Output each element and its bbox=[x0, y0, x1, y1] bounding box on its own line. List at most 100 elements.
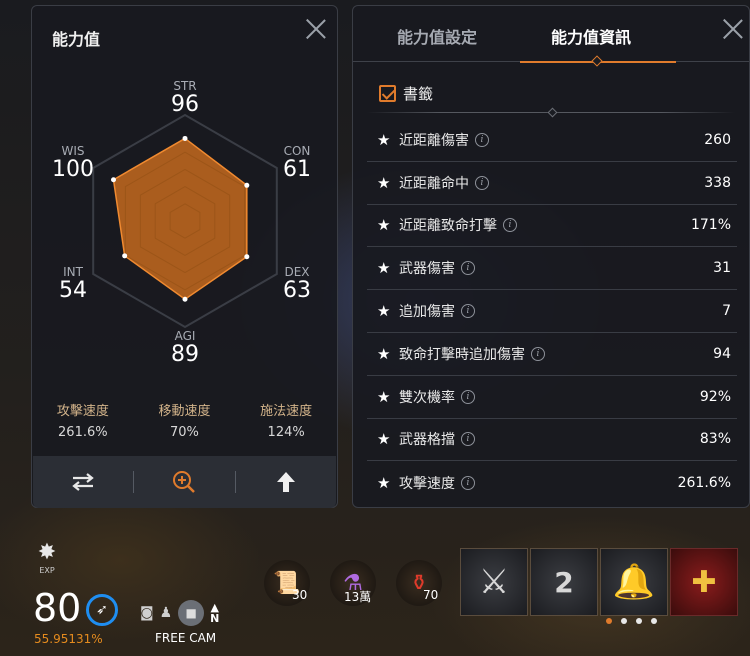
stat-agi-value: 89 bbox=[171, 342, 199, 367]
bookmark-checkbox[interactable]: 書籤 bbox=[379, 83, 433, 104]
list-item[interactable]: ★ 武器格擋 i 83% bbox=[367, 419, 737, 462]
info-icon[interactable]: i bbox=[461, 304, 475, 319]
list-item[interactable]: ★ 雙次機率 i 92% bbox=[367, 376, 737, 419]
list-item[interactable]: ★ 追加傷害 i 7 bbox=[367, 290, 737, 333]
swap-icon bbox=[72, 473, 94, 491]
stat-dex: DEX 63 bbox=[267, 265, 327, 303]
attack-speed-value: 261.6% bbox=[58, 425, 108, 440]
divider-diamond bbox=[547, 107, 558, 118]
stat-value: 7 bbox=[722, 303, 731, 320]
person-icon[interactable]: ♟ bbox=[160, 605, 173, 621]
skill-slot-3[interactable]: 🔔 bbox=[600, 548, 668, 616]
zoom-in-icon bbox=[173, 471, 196, 493]
stat-name: 追加傷害 bbox=[399, 304, 455, 321]
camera-controls: ◙ ♟ ■ ▲ N bbox=[140, 600, 219, 626]
star-icon: ★ bbox=[377, 302, 391, 321]
move-speed-label: 移動速度 bbox=[158, 404, 211, 419]
stat-name: 近距離傷害 bbox=[399, 132, 469, 149]
star-icon: ★ bbox=[377, 344, 391, 363]
info-icon[interactable]: i bbox=[503, 218, 517, 233]
list-item[interactable]: ★ 近距離命中 i 338 bbox=[367, 162, 737, 205]
free-cam-label[interactable]: FREE CAM bbox=[155, 631, 216, 645]
page-dot-active[interactable] bbox=[606, 618, 612, 624]
radar-vertex-int bbox=[122, 253, 128, 259]
info-icon[interactable]: i bbox=[461, 432, 475, 447]
stat-name: 近距離命中 bbox=[399, 175, 469, 192]
stats-panel-toolbar bbox=[33, 456, 336, 508]
stat-value: 31 bbox=[713, 260, 731, 277]
page-dot[interactable] bbox=[621, 618, 627, 624]
video-camera-icon[interactable]: ■ bbox=[178, 600, 205, 626]
compass-icon[interactable]: ▲ N bbox=[210, 602, 219, 624]
close-stat-info-panel-button[interactable] bbox=[722, 18, 744, 40]
radar-stat-shape bbox=[112, 137, 248, 301]
stat-int-label: INT bbox=[63, 265, 83, 279]
info-icon[interactable]: i bbox=[475, 175, 489, 190]
list-item[interactable]: ★ 攻擊速度 i 261.6% bbox=[367, 461, 737, 504]
attack-speed-label: 攻擊速度 bbox=[56, 404, 109, 419]
feather-icon[interactable]: ➶ bbox=[86, 594, 118, 626]
item-qty: 30 bbox=[292, 588, 308, 602]
skill-slot-2[interactable]: 2 bbox=[530, 548, 598, 616]
stat-value: 171% bbox=[690, 217, 731, 234]
tab-stat-settings[interactable]: 能力值設定 bbox=[397, 24, 477, 48]
info-icon[interactable]: i bbox=[475, 132, 489, 147]
stats-panel: 能力值 STR 96 CON 61 DEX 63 AGI 89 INT 54 W… bbox=[31, 5, 338, 508]
stat-wis-label: WIS bbox=[61, 144, 85, 158]
star-icon: ★ bbox=[377, 473, 391, 492]
cast-speed-label: 施法速度 bbox=[260, 404, 313, 419]
star-icon: ★ bbox=[377, 130, 391, 149]
stat-dex-value: 63 bbox=[283, 278, 311, 303]
page-dot[interactable] bbox=[636, 618, 642, 624]
shield-cross-icon: ✚ bbox=[691, 564, 717, 600]
radar-vertex-wis bbox=[111, 177, 117, 183]
list-item[interactable]: ★ 武器傷害 i 31 bbox=[367, 247, 737, 291]
stat-value: 83% bbox=[699, 431, 731, 448]
stat-agi-label: AGI bbox=[174, 329, 196, 343]
stat-value: 260 bbox=[704, 131, 731, 148]
list-item[interactable]: ★ 近距離傷害 i 260 bbox=[367, 119, 737, 162]
list-item[interactable]: ★ 致命打擊時追加傷害 i 94 bbox=[367, 333, 737, 376]
radar-vertex-agi bbox=[182, 296, 188, 302]
stat-name: 武器傷害 bbox=[399, 261, 455, 278]
stat-info-list: ★ 近距離傷害 i 260 ★ 近距離命中 i 338 ★ 近距離致命打擊 i 171% ★ 武器傷… bbox=[367, 119, 737, 504]
radar-vertex-str bbox=[182, 135, 188, 141]
skill-slot-4[interactable]: ✚ bbox=[670, 548, 738, 616]
skill-count: 2 bbox=[554, 565, 574, 599]
stat-int-value: 54 bbox=[59, 278, 87, 303]
stat-value: 94 bbox=[713, 345, 731, 362]
skill-page-indicator bbox=[606, 618, 657, 624]
stat-name: 近距離致命打擊 bbox=[399, 218, 497, 235]
skill-slot-1[interactable]: ⚔ bbox=[460, 548, 528, 616]
stat-value: 92% bbox=[699, 388, 731, 405]
list-item[interactable]: ★ 近距離致命打擊 i 171% bbox=[367, 205, 737, 248]
upload-button[interactable] bbox=[236, 456, 336, 508]
checkbox-checked-icon bbox=[379, 85, 396, 102]
zoom-button[interactable] bbox=[134, 456, 234, 508]
stat-str-value: 96 bbox=[171, 92, 199, 117]
exp-star-icon: ✸ bbox=[37, 540, 57, 565]
radar-vertex-con bbox=[244, 182, 250, 188]
crossed-swords-icon: ⚔ bbox=[478, 562, 510, 602]
info-icon[interactable]: i bbox=[461, 261, 475, 276]
stat-info-panel: 能力值設定 能力值資訊 書籤 ★ 近距離傷害 i 260 ★ 近距離命中 i 338 ★ 近距… bbox=[352, 5, 750, 508]
arrow-up-icon bbox=[276, 472, 295, 492]
info-icon[interactable]: i bbox=[461, 475, 475, 490]
stat-wis: WIS 100 bbox=[43, 144, 103, 182]
stat-con-value: 61 bbox=[283, 157, 311, 182]
info-icon[interactable]: i bbox=[461, 389, 475, 404]
camera-icon[interactable]: ◙ bbox=[140, 605, 154, 621]
page-dot[interactable] bbox=[651, 618, 657, 624]
character-level: 80 bbox=[33, 586, 82, 630]
star-icon: ★ bbox=[377, 430, 391, 449]
tab-stat-info[interactable]: 能力值資訊 bbox=[551, 24, 631, 48]
active-tab-diamond bbox=[591, 55, 603, 67]
swap-button[interactable] bbox=[33, 456, 133, 508]
move-speed: 移動速度 70% bbox=[158, 400, 210, 440]
star-icon: ★ bbox=[377, 216, 391, 235]
stat-str: STR 96 bbox=[155, 79, 215, 117]
radar-vertex-dex bbox=[244, 254, 250, 260]
info-icon[interactable]: i bbox=[531, 346, 545, 361]
stat-int: INT 54 bbox=[43, 265, 103, 303]
speed-stats: 攻擊速度 261.6% 移動速度 70% 施法速度 124% bbox=[32, 400, 337, 440]
